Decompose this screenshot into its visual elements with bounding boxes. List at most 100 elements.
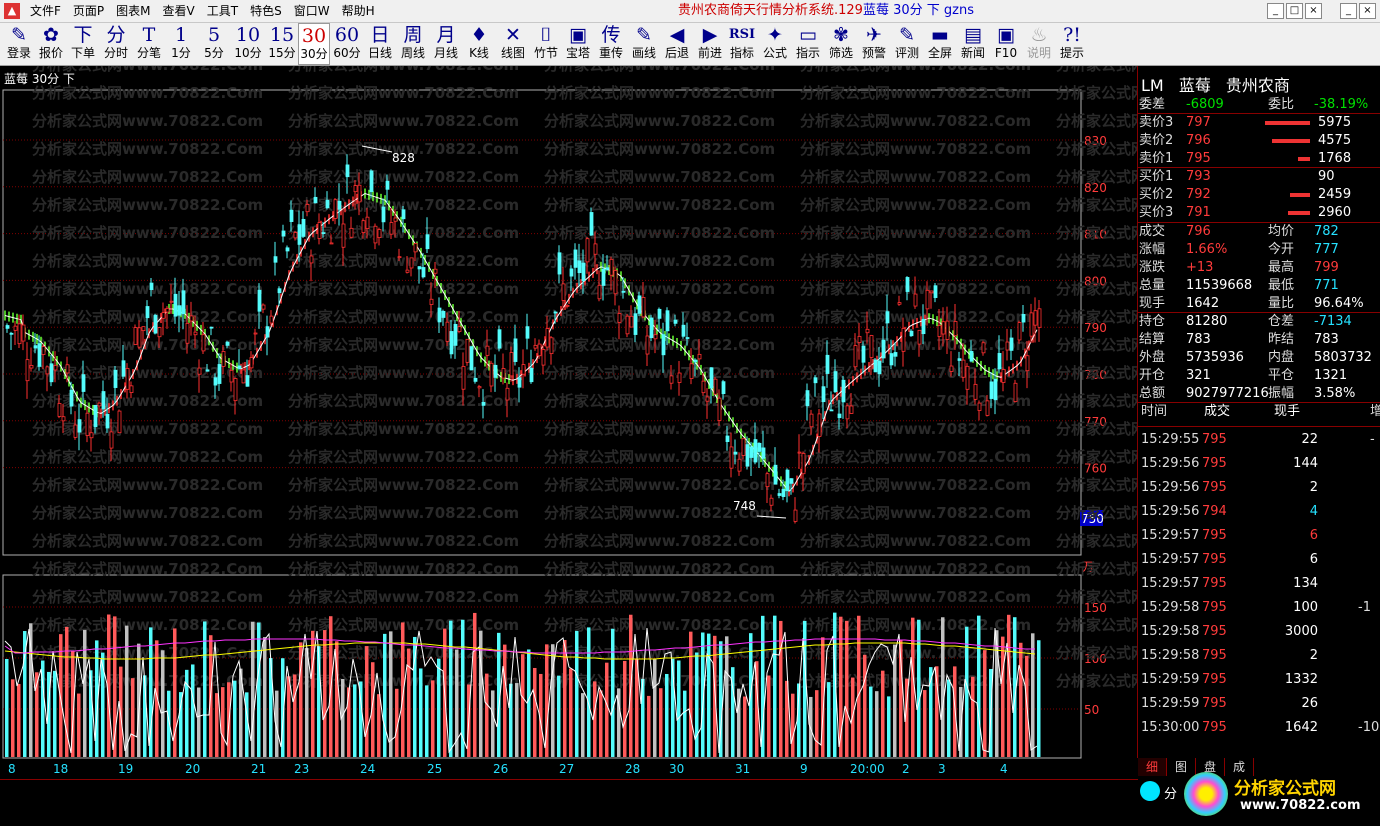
menu-item-3[interactable]: 查看V xyxy=(157,0,201,22)
candle-body xyxy=(425,234,430,250)
volume-bar xyxy=(581,693,585,757)
fenshi-toggle-icon[interactable] xyxy=(1140,781,1160,801)
toolbar-button-9[interactable]: 30 30分 xyxy=(298,23,330,65)
toolbar-button-25[interactable]: ✾ 筛选 xyxy=(825,23,857,65)
toolbar-button-5[interactable]: 1 1分 xyxy=(166,23,196,65)
toolbar-button-31[interactable]: ♨ 说明 xyxy=(1023,23,1055,65)
time-axis-label: 27 xyxy=(559,762,574,776)
volume-bar xyxy=(707,633,711,757)
toolbar-button-32[interactable]: ?! 提示 xyxy=(1056,23,1088,65)
volume-bar xyxy=(1007,614,1011,757)
menu-item-1[interactable]: 页面P xyxy=(67,0,110,22)
volume-bar xyxy=(815,690,819,757)
toolbar-button-15[interactable]: ✕ 线图 xyxy=(497,23,529,65)
volume-bar xyxy=(257,622,261,757)
candle-body xyxy=(261,304,266,310)
candle-body xyxy=(369,170,374,193)
volume-bar xyxy=(557,675,561,757)
candle-body xyxy=(897,302,902,305)
candle-body xyxy=(909,330,914,337)
volume-bar xyxy=(1001,636,1005,757)
toolbar-button-24[interactable]: ▭ 指示 xyxy=(792,23,824,65)
child-minimize-button[interactable]: _ xyxy=(1340,3,1357,19)
candle-body xyxy=(749,446,754,458)
toolbar-button-28[interactable]: ▬ 全屏 xyxy=(924,23,956,65)
toolbar-button-4[interactable]: T 分笔 xyxy=(134,23,164,65)
watermark-text: 分析家公式网www.70822.Com xyxy=(288,280,519,298)
kline-chart[interactable]: 83082081080079078077076075015010050万分析家公… xyxy=(0,66,1137,779)
tick-qty: 134 xyxy=(1293,576,1318,591)
quote-panel: LM 蓝莓 贵州农商 委差 -6809 委比 -38.19% 卖价3 797 5975 卖价2… xyxy=(1137,66,1380,758)
candle-body xyxy=(957,358,962,361)
tick-row: 15:29:57 795 6 xyxy=(1138,548,1380,572)
menu-item-2[interactable]: 图表M xyxy=(110,0,156,22)
menu-item-0[interactable]: 文件F xyxy=(24,0,67,22)
toolbar-button-21[interactable]: ▶ 前进 xyxy=(694,23,726,65)
menu-item-7[interactable]: 帮助H xyxy=(336,0,381,22)
watermark-text: 分析家公式网www.70822.Com xyxy=(800,532,1031,550)
close-button[interactable]: × xyxy=(1305,3,1322,19)
toolbar-button-11[interactable]: 日日线 xyxy=(364,23,396,65)
toolbar-button-18[interactable]: 传重传 xyxy=(595,23,627,65)
toolbar-button-17[interactable]: ▣ 宝塔 xyxy=(562,23,594,65)
candle-body xyxy=(153,314,158,334)
toolbar-button-10[interactable]: 60 60分 xyxy=(331,23,363,65)
tick-header: 时间 成交 现手 增 xyxy=(1138,400,1380,424)
toolbar-button-3[interactable]: 分分时 xyxy=(100,23,132,65)
toolbar-button-20[interactable]: ◀ 后退 xyxy=(661,23,693,65)
volume-bar xyxy=(881,670,885,757)
watermark-text: 分析家公式网www.70822.Com xyxy=(32,420,263,438)
low-label: 748 xyxy=(733,499,756,513)
candle-body xyxy=(997,353,1002,370)
tick-qty: 26 xyxy=(1301,696,1318,711)
toolbar-button-1[interactable]: ✿ 报价 xyxy=(36,23,66,65)
toolbar-button-22[interactable]: RSI 指标 xyxy=(726,23,758,65)
toolbar-button-8[interactable]: 15 15分 xyxy=(266,23,298,65)
candle-body xyxy=(725,435,730,442)
toolbar-button-0[interactable]: ✎ 登录 xyxy=(4,23,34,65)
time-axis-label: 23 xyxy=(294,762,309,776)
fenshi-label[interactable]: 分 xyxy=(1164,783,1177,802)
toolbar-button-7[interactable]: 10 10分 xyxy=(232,23,264,65)
toolbar-button-16[interactable]: ⌷ 竹节 xyxy=(530,23,562,65)
menu-item-4[interactable]: 工具T xyxy=(201,0,244,22)
toolbar-button-13[interactable]: 月月线 xyxy=(430,23,462,65)
toolbar-button-23[interactable]: ✦ 公式 xyxy=(759,23,791,65)
toolbar-button-29[interactable]: ▤ 新闻 xyxy=(957,23,989,65)
toolbar-button-14[interactable]: ♦ K线 xyxy=(463,23,495,65)
candle-body xyxy=(901,328,906,352)
candle-body xyxy=(13,325,18,331)
toolbar-icon-9: 30 xyxy=(301,25,327,47)
candle-body xyxy=(945,320,950,340)
candle-body xyxy=(645,335,650,355)
minimize-button[interactable]: _ xyxy=(1267,3,1284,19)
volume-bar xyxy=(995,630,999,757)
menu-item-6[interactable]: 窗口W xyxy=(288,0,336,22)
toolbar-icon-32: ?! xyxy=(1063,24,1081,46)
panel-tab-0[interactable]: 细 xyxy=(1138,758,1168,776)
candle-body xyxy=(721,381,726,395)
watermark-text: 分析家公式网www.70822.Com xyxy=(544,616,775,634)
toolbar-button-2[interactable]: 下下单 xyxy=(68,23,98,65)
watermark-text: 分析家公式网www.70822.Com xyxy=(800,588,1031,606)
maximize-button[interactable]: □ xyxy=(1286,3,1303,19)
toolbar-icon-20: ◀ xyxy=(669,24,685,46)
candle-body xyxy=(461,366,466,390)
toolbar-button-30[interactable]: ▣ F10 xyxy=(990,23,1022,65)
candle-body xyxy=(881,339,886,359)
toolbar-button-26[interactable]: ✈ 预警 xyxy=(858,23,890,65)
toolbar-icon-15: ✕ xyxy=(505,24,521,46)
toolbar-button-19[interactable]: ✎ 画线 xyxy=(628,23,660,65)
candle-body xyxy=(389,222,394,235)
toolbar-button-27[interactable]: ✎ 评测 xyxy=(891,23,923,65)
candle-body xyxy=(941,321,946,335)
candle-body xyxy=(9,332,14,335)
menu-item-5[interactable]: 特色S xyxy=(244,0,288,22)
quote-row: 卖价2 796 4575 xyxy=(1138,132,1380,150)
child-close-button[interactable]: × xyxy=(1359,3,1376,19)
tick-price: 795 xyxy=(1202,432,1227,447)
toolbar-button-6[interactable]: 5 5分 xyxy=(198,23,230,65)
watermark-text: 分析家公式网www.70822.Com xyxy=(288,168,519,186)
candle-body xyxy=(981,342,986,354)
toolbar-button-12[interactable]: 周周线 xyxy=(397,23,429,65)
